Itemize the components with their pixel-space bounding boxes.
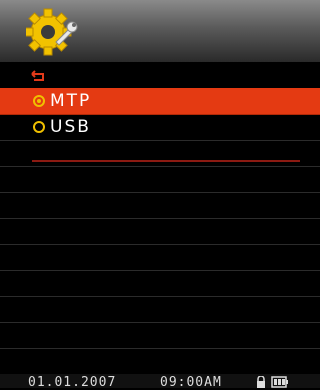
back-arrow-icon[interactable] [30,70,46,82]
empty-row [0,140,320,167]
settings-gear-wrench-icon [26,8,78,56]
radio-selected-icon[interactable] [33,95,45,107]
empty-row [0,296,320,323]
empty-row [0,322,320,349]
empty-row [0,244,320,271]
header-bar [0,0,320,62]
empty-row [0,218,320,245]
empty-row [0,348,320,375]
empty-row [0,166,320,193]
back-row[interactable] [0,62,320,89]
menu-item-mtp[interactable]: MTP [0,88,320,115]
empty-row [0,270,320,297]
divider-line [32,160,300,162]
menu-item-label: USB [50,117,91,137]
menu-item-usb[interactable]: USB [0,114,320,141]
radio-dot [37,99,41,103]
status-bar: 01.01.2007 09:00AM [0,374,320,390]
empty-row [0,192,320,219]
radio-unselected-icon[interactable] [33,121,45,133]
lock-icon [257,376,265,388]
battery-icon [271,376,288,388]
menu-item-label: MTP [50,91,92,111]
menu-list: MTP USB [0,62,320,375]
